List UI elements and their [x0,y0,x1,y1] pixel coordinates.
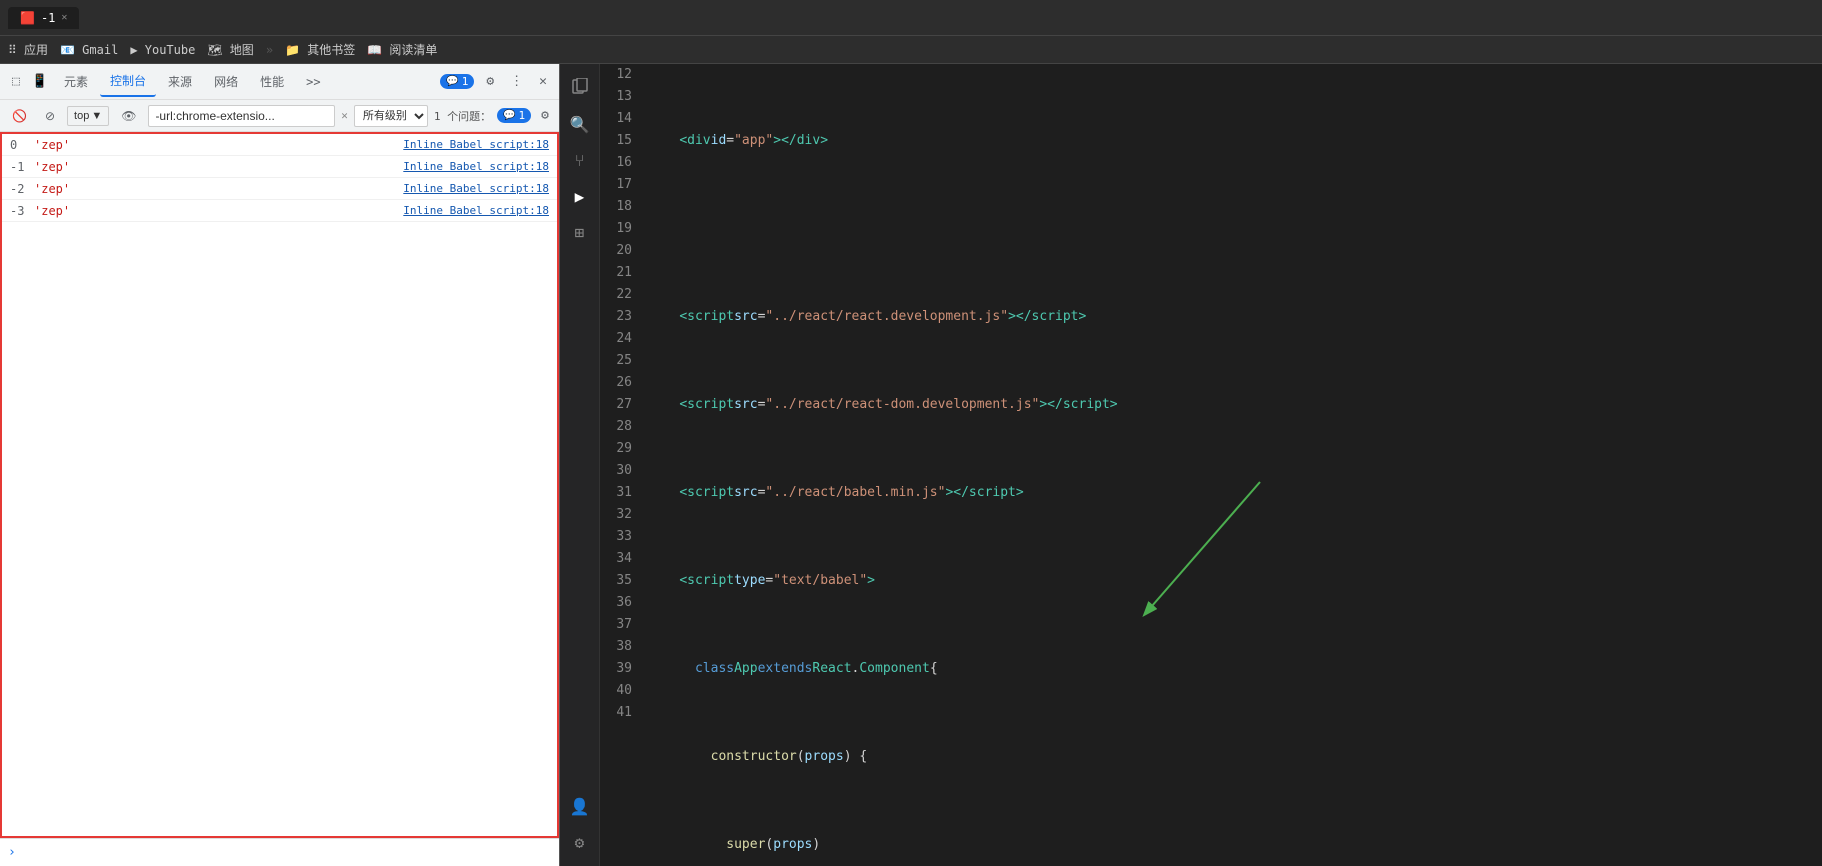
console-prompt-icon: › [8,845,16,860]
main-content: ⬚ 📱 元素 控制台 来源 网络 性能 >> 💬 1 ⚙ ⋮ ✕ 🚫 ⊘ [0,64,1822,866]
console-output: 0 'zep' Inline Babel script:18 -1 'zep' … [0,132,559,838]
bookmark-youtube[interactable]: ▶ YouTube [130,43,195,57]
issues-count-badge[interactable]: 💬 1 [497,108,531,123]
tab-favicon: 🟥 [20,11,35,25]
sidebar-files-icon[interactable] [564,72,596,104]
close-devtools-icon[interactable]: ✕ [535,70,551,93]
bookmark-reading[interactable]: 📖 阅读清单 [367,41,437,58]
row-value-3: 'zep' [34,204,70,218]
more-options-icon[interactable]: ⋮ [506,70,527,93]
row-index-0: 0 [10,138,30,152]
code-line-14: <script src="../react/react.development.… [648,306,1822,328]
sidebar-settings-icon[interactable]: ⚙ [564,826,596,858]
bookmark-other[interactable]: 📁 其他书签 [285,41,355,58]
chat-icon-2: 💬 [503,110,515,121]
sidebar-account-icon[interactable]: 👤 [564,790,596,822]
tab-elements[interactable]: 元素 [54,67,98,96]
bookmark-apps[interactable]: ⠿ 应用 [8,41,48,58]
code-line-13 [648,218,1822,240]
sidebar-run-icon[interactable]: ▶ [564,180,596,212]
row-index-2: -2 [10,182,30,196]
active-tab[interactable]: 🟥 -1 ✕ [8,7,79,29]
line-numbers: 12 13 14 15 16 17 18 19 20 21 22 23 24 2… [600,64,640,866]
sidebar-git-icon[interactable]: ⑂ [564,144,596,176]
code-line-17: <script type="text/babel"> [648,570,1822,592]
sidebar-extensions-icon[interactable]: ⊞ [564,216,596,248]
code-line-20: super(props) [648,834,1822,856]
code-line-15: <script src="../react/react-dom.developm… [648,394,1822,416]
tab-title: -1 [41,11,55,25]
filter-input[interactable] [148,105,335,127]
issues-label-text: 1 个问题： [434,108,491,124]
settings-icon[interactable]: ⚙ [482,70,498,93]
code-line-12: <div id="app"></div> [648,130,1822,152]
log-level-select[interactable]: 所有级别 [354,105,428,127]
tab-console[interactable]: 控制台 [100,66,156,97]
console-row-2: -2 'zep' Inline Babel script:18 [2,178,557,200]
row-index-1: -1 [10,160,30,174]
issues-num: 1 [519,109,526,122]
console-row-0: 0 'zep' Inline Babel script:18 [2,134,557,156]
bookmarks-bar: ⠿ 应用 📧 Gmail ▶ YouTube 🗺 地图 » 📁 其他书签 📖 阅… [0,36,1822,64]
bookmark-sep: » [266,43,273,57]
inspect-icon[interactable]: ⬚ [8,70,24,93]
tab-close-btn[interactable]: ✕ [61,12,67,23]
row-index-3: -3 [10,204,30,218]
sidebar-search-icon[interactable]: 🔍 [564,108,596,140]
console-row-1: -1 'zep' Inline Babel script:18 [2,156,557,178]
console-toolbar: 🚫 ⊘ top ▼ 👁 ✕ 所有级别 1 个问题： 💬 1 ⚙ [0,100,559,132]
row-link-2[interactable]: Inline Babel script:18 [403,182,549,195]
code-lines: <div id="app"></div> <script src="../rea… [640,64,1822,866]
bookmark-maps[interactable]: 🗺 地图 [207,41,253,58]
device-icon[interactable]: 📱 [28,70,52,93]
issues-count: 1 [462,75,469,88]
code-editor: 12 13 14 15 16 17 18 19 20 21 22 23 24 2… [600,64,1822,866]
code-line-16: <script src="../react/babel.min.js"></sc… [648,482,1822,504]
code-line-18: class App extends React.Component { [648,658,1822,680]
filter-toggle-btn[interactable]: ⊘ [39,106,61,126]
browser-bar: 🟥 -1 ✕ [0,0,1822,36]
console-input-area: › [0,838,559,866]
console-row-3: -3 'zep' Inline Babel script:18 [2,200,557,222]
row-value-2: 'zep' [34,182,70,196]
top-filter-label: top [74,110,89,122]
row-value-1: 'zep' [34,160,70,174]
top-filter-chevron: ▼ [91,110,102,122]
sidebar-icons: 🔍 ⑂ ▶ ⊞ 👤 ⚙ [560,64,600,866]
tab-performance[interactable]: 性能 [250,67,294,96]
filter-clear-icon[interactable]: ✕ [341,109,348,122]
row-link-0[interactable]: Inline Babel script:18 [403,138,549,151]
devtools-panel: ⬚ 📱 元素 控制台 来源 网络 性能 >> 💬 1 ⚙ ⋮ ✕ 🚫 ⊘ [0,64,560,866]
console-input-field[interactable] [24,846,551,860]
devtools-tabs: ⬚ 📱 元素 控制台 来源 网络 性能 >> 💬 1 ⚙ ⋮ ✕ [0,64,559,100]
row-link-3[interactable]: Inline Babel script:18 [403,204,549,217]
clear-console-btn[interactable]: 🚫 [6,106,33,126]
tab-network[interactable]: 网络 [204,67,248,96]
row-link-1[interactable]: Inline Babel script:18 [403,160,549,173]
code-line-19: constructor(props) { [648,746,1822,768]
issues-badge[interactable]: 💬 1 [440,74,474,89]
eye-btn[interactable]: 👁 [115,106,142,126]
tab-more[interactable]: >> [296,69,330,95]
chat-icon: 💬 [446,76,458,87]
row-value-0: 'zep' [34,138,70,152]
top-filter-btn[interactable]: top ▼ [67,106,109,126]
bookmark-gmail[interactable]: 📧 Gmail [60,43,118,57]
code-content: 12 13 14 15 16 17 18 19 20 21 22 23 24 2… [600,64,1822,866]
tab-sources[interactable]: 来源 [158,67,202,96]
console-settings-icon[interactable]: ⚙ [537,104,553,127]
